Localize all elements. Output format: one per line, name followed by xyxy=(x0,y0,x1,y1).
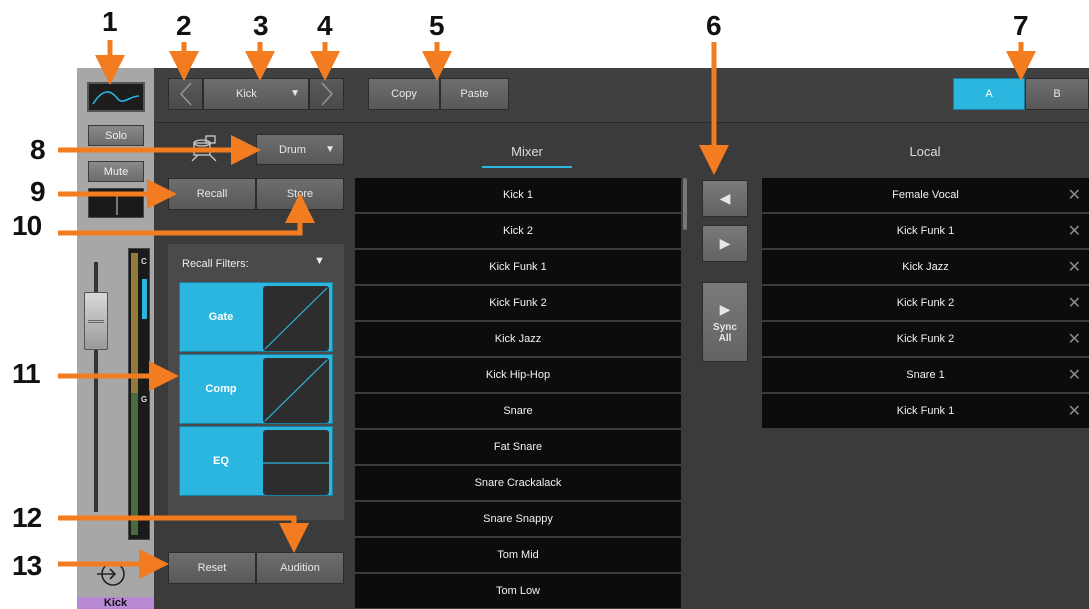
callout-arrows xyxy=(58,40,1036,579)
arrow-10 xyxy=(58,193,315,236)
arrow-12 xyxy=(58,515,309,553)
